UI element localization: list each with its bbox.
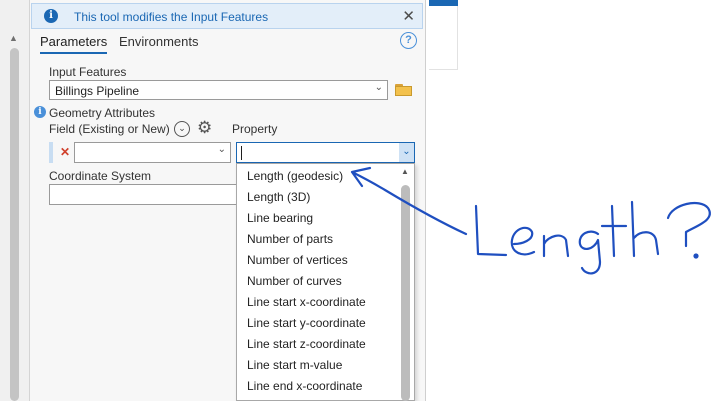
help-icon[interactable]: ?	[400, 32, 417, 49]
dropdown-option[interactable]: Line start z-coordinate	[247, 337, 366, 351]
property-dropdown-list: Length (geodesic) Length (3D) Line beari…	[236, 163, 415, 401]
coordinate-system-label: Coordinate System	[49, 169, 152, 183]
scroll-thumb[interactable]	[10, 48, 19, 401]
dropdown-option[interactable]: Number of parts	[247, 232, 333, 246]
dropdown-option[interactable]: Line bearing	[247, 211, 313, 225]
background-window-edge	[429, 0, 458, 70]
expand-chevron-icon[interactable]: ⌄	[174, 121, 190, 137]
chevron-down-icon[interactable]: ⌄	[399, 143, 414, 162]
coordinate-system-input[interactable]	[49, 184, 239, 205]
gear-icon[interactable]: ⚙	[197, 119, 212, 137]
info-icon: i	[34, 106, 46, 118]
scroll-thumb[interactable]	[401, 185, 410, 401]
dropdown-option[interactable]: Length (3D)	[247, 190, 310, 204]
left-scroll-gutter[interactable]: ▲	[0, 0, 30, 401]
field-select[interactable]: ⌄	[74, 142, 231, 163]
property-select[interactable]: ⌄	[236, 142, 415, 163]
info-banner: i This tool modifies the Input Features …	[31, 3, 423, 29]
annotation-handwriting	[474, 200, 711, 275]
row-selection-stripe	[49, 142, 53, 163]
tab-parameters[interactable]: Parameters	[40, 34, 108, 54]
scroll-up-icon[interactable]: ▲	[9, 33, 18, 43]
input-features-value: Billings Pipeline	[55, 84, 140, 98]
dropdown-option[interactable]: Line start y-coordinate	[247, 316, 366, 330]
scroll-up-icon[interactable]: ▲	[401, 167, 409, 176]
dropdown-scrollbar[interactable]: ▲	[401, 167, 410, 401]
info-icon: i	[44, 9, 58, 23]
input-features-select[interactable]: Billings Pipeline ⌄	[49, 80, 388, 100]
background-window-accent	[429, 0, 458, 6]
geometry-attributes-label: Geometry Attributes	[49, 106, 156, 120]
dropdown-option[interactable]: Length (geodesic)	[247, 169, 343, 183]
info-message: This tool modifies the Input Features	[74, 10, 269, 24]
chevron-down-icon: ⌄	[217, 144, 226, 155]
dropdown-option[interactable]: Number of vertices	[247, 253, 348, 267]
dropdown-option[interactable]: Line start x-coordinate	[247, 295, 366, 309]
delete-row-icon[interactable]: ✕	[60, 145, 70, 159]
folder-icon[interactable]	[395, 84, 412, 96]
text-cursor	[241, 146, 242, 160]
dropdown-option[interactable]: Line end x-coordinate	[247, 379, 362, 393]
close-icon[interactable]: ✕	[402, 7, 415, 25]
property-label: Property	[232, 122, 278, 136]
field-label: Field (Existing or New)	[49, 122, 170, 136]
dropdown-option[interactable]: Number of curves	[247, 274, 342, 288]
chevron-down-icon: ⌄	[374, 82, 383, 93]
dropdown-option[interactable]: Line start m-value	[247, 358, 342, 372]
input-features-label: Input Features	[49, 65, 127, 79]
tab-environments[interactable]: Environments	[119, 34, 198, 49]
